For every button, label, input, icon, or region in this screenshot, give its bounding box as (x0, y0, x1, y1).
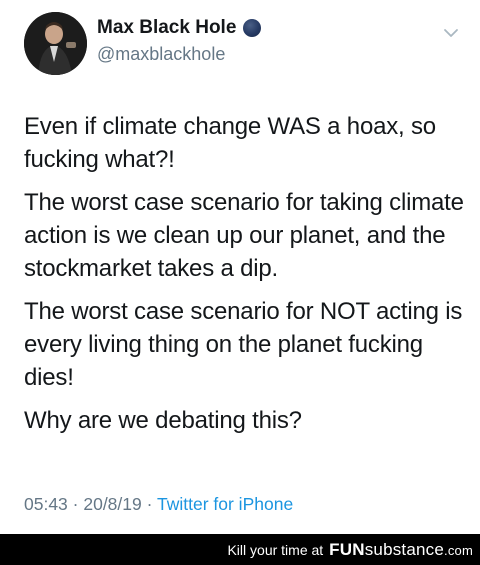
avatar-image (24, 12, 87, 75)
watermark-footer: Kill your time at FUNsubstance.com (0, 534, 480, 565)
tweet-card: Max Black Hole @maxblackhole Even if cli… (0, 0, 480, 534)
tweet-source-link[interactable]: Twitter for iPhone (157, 494, 293, 514)
tweet-paragraph: The worst case scenario for taking clima… (24, 189, 464, 282)
brand-suffix: .com (444, 542, 473, 558)
display-name[interactable]: Max Black Hole (97, 17, 236, 39)
chevron-down-icon[interactable] (440, 22, 462, 44)
meta-separator: · (67, 494, 84, 514)
meta-separator: · (141, 494, 157, 514)
planet-emoji-icon (243, 19, 262, 37)
tweet-meta: 05:43 · 20/8/19 · Twitter for iPhone (24, 494, 293, 515)
brand-rest: substance (364, 539, 445, 559)
tweet-paragraph: Even if climate change WAS a hoax, so fu… (24, 113, 436, 173)
tweet-time[interactable]: 05:43 (24, 494, 68, 514)
tweet-text: Even if climate change WAS a hoax, so fu… (24, 110, 464, 447)
brand-bold: FUN (329, 539, 365, 559)
tweet-paragraph: The worst case scenario for NOT acting i… (24, 298, 463, 391)
user-handle[interactable]: @maxblackhole (97, 44, 225, 65)
tweet-paragraph: Why are we debating this? (24, 407, 302, 434)
avatar[interactable] (24, 12, 87, 75)
tweet-date[interactable]: 20/8/19 (83, 494, 141, 514)
footer-tagline: Kill your time at (227, 541, 324, 558)
footer-brand[interactable]: FUNsubstance.com (329, 540, 473, 560)
display-name-row: Max Black Hole (97, 17, 262, 39)
